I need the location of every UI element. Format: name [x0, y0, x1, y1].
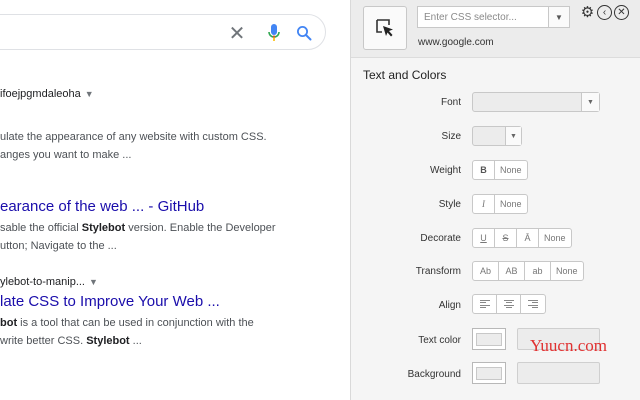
snippet-text: is a tool that can be used in conjunctio…: [17, 317, 254, 329]
result-title-link[interactable]: earance of the web ... - GitHub: [0, 197, 276, 217]
text-color-swatch[interactable]: [472, 328, 506, 350]
underline-button[interactable]: U: [473, 229, 495, 247]
weight-label: Weight: [430, 165, 461, 176]
chevron-down-icon: ▼: [581, 93, 599, 111]
text-color-label: Text color: [418, 335, 461, 346]
align-toggle-group: [472, 294, 546, 314]
search-result: ifoejpgmdaleoha ▼ ulate the appearance of…: [0, 86, 267, 164]
selector-dropdown-button[interactable]: ▼: [548, 6, 570, 28]
chevron-down-icon: ▼: [505, 127, 521, 145]
snippet-text: write better CSS.: [0, 335, 87, 347]
section-title: Text and Colors: [363, 68, 447, 82]
chevron-down-icon: ▼: [555, 12, 563, 22]
element-picker-button[interactable]: [363, 6, 407, 50]
result-breadcrumb[interactable]: ylebot-to-manip... ▼: [0, 274, 254, 290]
css-selector-input[interactable]: [417, 6, 549, 28]
gear-icon[interactable]: ⚙: [580, 5, 595, 20]
align-left-icon: [479, 299, 490, 309]
result-snippet-line: write better CSS. Stylebot ...: [0, 332, 254, 350]
search-result: ylebot-to-manip... ▼ late CSS to Improve …: [0, 274, 254, 350]
background-label: Background: [407, 369, 461, 380]
search-icon[interactable]: [293, 22, 315, 44]
size-input[interactable]: ▼: [472, 126, 522, 146]
strikethrough-button[interactable]: S: [495, 229, 517, 247]
align-label: Align: [438, 300, 461, 311]
transform-none-button[interactable]: None: [551, 262, 583, 280]
size-label: Size: [441, 131, 461, 142]
panel-header: ▼ ⚙ ‹ ✕ www.google.com: [351, 0, 640, 58]
snippet-text: sable the official: [0, 222, 82, 234]
align-right-icon: [528, 299, 538, 309]
color-preview: [476, 332, 502, 346]
align-right-button[interactable]: [521, 295, 545, 313]
overline-button[interactable]: Ā: [517, 229, 539, 247]
bold-button[interactable]: B: [473, 161, 495, 179]
chevron-down-icon[interactable]: ▼: [85, 89, 94, 99]
result-snippet-line: anges you want to make ...: [0, 149, 132, 161]
chevron-down-icon[interactable]: ▼: [89, 277, 98, 287]
cursor-select-icon: [376, 19, 393, 37]
result-title-link[interactable]: late CSS to Improve Your Web ...: [0, 292, 254, 312]
decorate-label: Decorate: [420, 233, 461, 244]
weight-none-button[interactable]: None: [495, 161, 527, 179]
background-color-input[interactable]: [517, 362, 600, 384]
color-preview: [476, 366, 502, 380]
transform-toggle-group: Ab AB ab None: [472, 261, 584, 281]
lowercase-button[interactable]: ab: [525, 262, 551, 280]
result-snippet-line: sable the official Stylebot version. Ena…: [0, 219, 276, 237]
result-snippet-line: utton; Navigate to the ...: [0, 240, 117, 252]
align-center-button[interactable]: [497, 295, 521, 313]
microphone-icon[interactable]: [263, 22, 285, 44]
style-toggle-group: I None: [472, 194, 528, 214]
font-select[interactable]: ▼: [472, 92, 600, 112]
snippet-bold-text: Stylebot: [81, 222, 126, 234]
search-bar[interactable]: ✕: [0, 14, 326, 50]
clear-search-icon[interactable]: ✕: [226, 22, 248, 45]
search-results-page: ✕ ifoejpgmdaleoha ▼ ulate the appearance …: [0, 0, 350, 400]
font-label: Font: [440, 97, 461, 108]
align-left-button[interactable]: [473, 295, 497, 313]
background-color-swatch[interactable]: [472, 362, 506, 384]
result-snippet-line: bot is a tool that can be used in conjun…: [0, 314, 254, 332]
transform-label: Transform: [415, 266, 461, 277]
snippet-bold-text: bot: [0, 317, 18, 329]
capitalize-button[interactable]: Ab: [473, 262, 499, 280]
snippet-bold-text: Stylebot: [86, 335, 130, 347]
site-url: www.google.com: [418, 37, 494, 48]
style-label: Style: [438, 199, 461, 210]
header-icon-group: ⚙ ‹ ✕: [580, 5, 629, 20]
result-snippet-line: ulate the appearance of any website with…: [0, 131, 267, 143]
style-none-button[interactable]: None: [495, 195, 527, 213]
breadcrumb-text: ifoejpgmdaleoha: [0, 88, 81, 100]
align-center-icon: [503, 299, 514, 309]
search-result: earance of the web ... - GitHub sable th…: [0, 197, 276, 255]
italic-button[interactable]: I: [473, 195, 495, 213]
uppercase-button[interactable]: AB: [499, 262, 525, 280]
decorate-toggle-group: U S Ā None: [472, 228, 572, 248]
watermark-text: Yuucn.com: [530, 336, 607, 355]
close-icon[interactable]: ✕: [614, 5, 629, 20]
breadcrumb-text: ylebot-to-manip...: [0, 276, 85, 288]
decorate-none-button[interactable]: None: [539, 229, 571, 247]
snippet-text: version. Enable the Developer: [125, 222, 276, 234]
weight-toggle-group: B None: [472, 160, 528, 180]
snippet-text: ...: [129, 335, 142, 347]
back-icon[interactable]: ‹: [597, 5, 612, 20]
result-breadcrumb[interactable]: ifoejpgmdaleoha ▼: [0, 86, 267, 102]
